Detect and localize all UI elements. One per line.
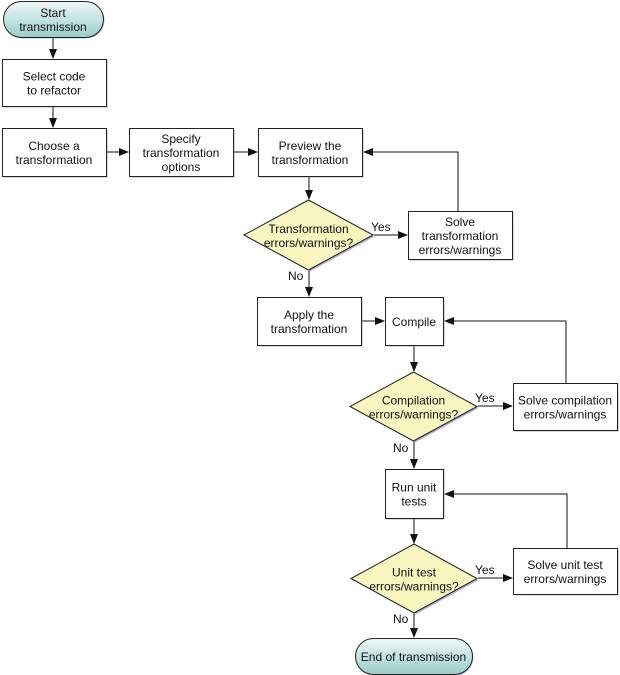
node-label-line: Preview the bbox=[279, 139, 342, 153]
node-unit-test-check: Unit testerrors/warnings? bbox=[349, 543, 479, 615]
node-label-line: options bbox=[162, 160, 201, 174]
node-label-line: tests bbox=[401, 495, 426, 509]
node-label-line: Start bbox=[40, 6, 66, 20]
node-transformation-check: Transformationerrors/warnings? bbox=[242, 199, 375, 272]
refactoring-flowchart: Yes No Yes No Yes No Starttransmission Select … bbox=[2, 1, 619, 675]
node-label-line: Apply the bbox=[284, 308, 334, 322]
node-label-line: Unit test bbox=[392, 566, 437, 580]
node-choose-transformation: Choose atransformation bbox=[2, 128, 108, 178]
node-label-line: Transformation bbox=[268, 222, 348, 236]
connector-arrow bbox=[444, 317, 567, 383]
node-label-line: transformation bbox=[271, 322, 348, 336]
node-apply: Apply thetransformation bbox=[257, 297, 363, 347]
node-label-line: Compilation bbox=[382, 394, 445, 408]
node-end: End of transmission bbox=[355, 638, 474, 675]
edge-label-yes: Yes bbox=[371, 220, 391, 234]
node-label-line: errors/warnings? bbox=[369, 408, 459, 422]
node-label-line: errors/warnings? bbox=[369, 580, 459, 594]
edge-solve-unit-test-to-run-tests bbox=[444, 490, 568, 548]
node-run-tests: Run unittests bbox=[385, 469, 445, 520]
node-label-line: errors/warnings bbox=[524, 572, 607, 586]
node-label-line: errors/warnings? bbox=[264, 236, 354, 250]
node-label-line: transformation bbox=[143, 146, 220, 160]
node-label-line: Solve unit test bbox=[527, 558, 603, 572]
connector-arrow bbox=[444, 490, 568, 548]
edge-label-no: No bbox=[393, 441, 409, 455]
connector-arrow bbox=[363, 148, 459, 211]
node-label-line: Select code bbox=[23, 70, 86, 84]
node-label-line: Solve compilation bbox=[518, 394, 612, 408]
node-label-line: errors/warnings bbox=[419, 243, 502, 257]
edge-unit-test-check-to-end: No bbox=[393, 612, 418, 638]
node-label-line: transformation bbox=[422, 229, 499, 243]
node-compilation-check: Compilationerrors/warnings? bbox=[348, 371, 479, 443]
node-label-line: transmission bbox=[19, 20, 86, 34]
node-preview: Preview thetransformation bbox=[258, 128, 364, 178]
node-label-line: Choose a bbox=[28, 139, 80, 153]
node-solve-unit-test: Solve unit testerrors/warnings bbox=[513, 548, 619, 596]
node-label-line: transformation bbox=[272, 153, 349, 167]
edge-label-no: No bbox=[288, 269, 304, 283]
edge-label-no: No bbox=[393, 612, 409, 626]
node-label-line: Solve bbox=[445, 215, 475, 229]
node-compile: Compile bbox=[385, 297, 445, 347]
node-label-line: transformation bbox=[16, 153, 93, 167]
node-label-line: End of transmission bbox=[361, 650, 466, 664]
edge-solve-compilation-to-compile bbox=[444, 317, 567, 383]
node-start: Starttransmission bbox=[3, 1, 105, 39]
node-select-code: Select codeto refactor bbox=[2, 59, 108, 108]
node-solve-compilation: Solve compilationerrors/warnings bbox=[513, 383, 619, 432]
node-label-line: Specify bbox=[161, 132, 200, 146]
node-specify-options: Specifytransformationoptions bbox=[129, 128, 235, 178]
node-label-line: Compile bbox=[392, 315, 436, 329]
edge-unit-test-check-to-solve-unit-test: Yes bbox=[475, 563, 513, 582]
edge-compilation-check-to-solve-compilation: Yes bbox=[475, 391, 513, 410]
edge-label-yes: Yes bbox=[475, 391, 495, 405]
edge-transformation-check-to-apply: No bbox=[288, 269, 313, 297]
edge-solve-transformation-to-preview bbox=[363, 148, 459, 211]
edge-transformation-check-to-solve-transformation: Yes bbox=[371, 220, 408, 239]
node-label-line: to refactor bbox=[27, 84, 81, 98]
edge-label-yes: Yes bbox=[475, 563, 495, 577]
node-solve-transformation: Solvetransformationerrors/warnings bbox=[408, 211, 514, 261]
node-label-line: errors/warnings bbox=[524, 408, 607, 422]
node-label-line: Run unit bbox=[392, 481, 437, 495]
edge-compilation-check-to-run-tests: No bbox=[393, 441, 418, 469]
